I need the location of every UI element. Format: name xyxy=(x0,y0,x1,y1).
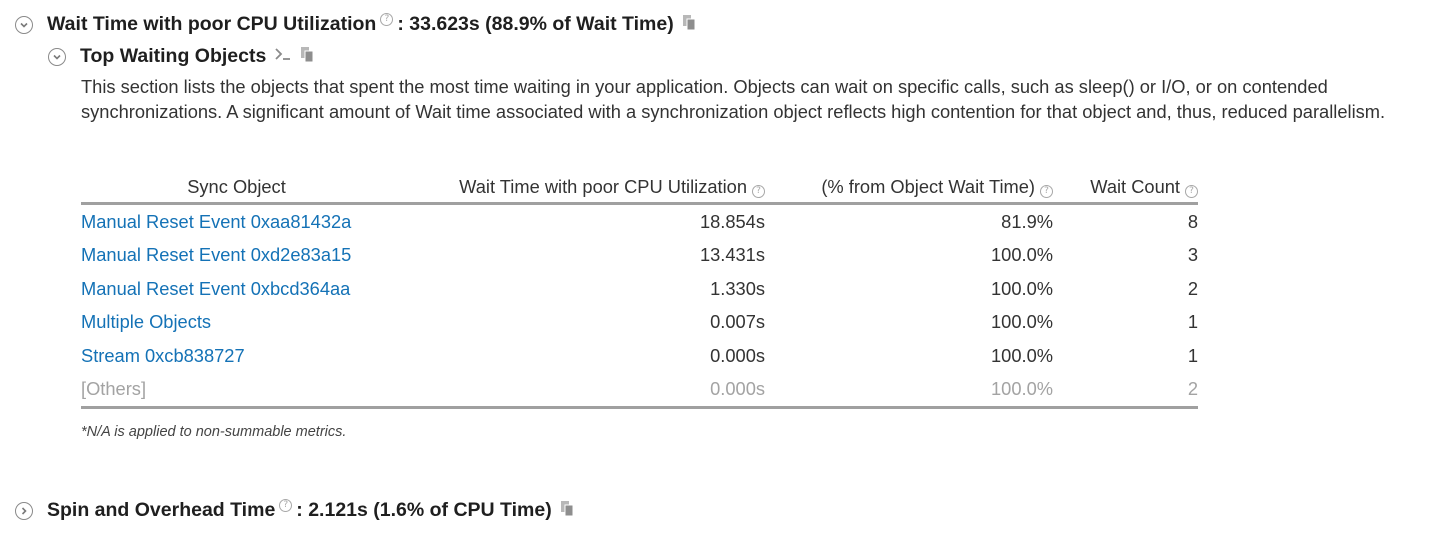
help-icon[interactable]: ? xyxy=(1185,185,1198,198)
column-header-wait-time[interactable]: Wait Time with poor CPU Utilization? xyxy=(392,172,765,205)
wait-time-cell: 0.000s xyxy=(392,372,765,409)
pct-cell: 100.0% xyxy=(990,311,1053,333)
table-row-others: [Others] 0.000s 100.0% 2 xyxy=(81,372,1198,409)
help-icon[interactable]: ? xyxy=(380,13,394,26)
sync-object-link[interactable]: Manual Reset Event 0xbcd364aa xyxy=(81,278,350,299)
pct-cell: 100.0% xyxy=(765,372,1053,409)
top-waiting-objects-header: Top Waiting Objects xyxy=(48,45,315,68)
table-row: Multiple Objects 0.007s 100.0% 1 xyxy=(81,306,1198,340)
count-cell: 1 xyxy=(1187,344,1198,366)
sync-object-link[interactable]: Stream 0xcb838727 xyxy=(81,345,245,366)
wait-time-cell: 13.431s xyxy=(699,244,765,266)
expand-toggle-icon[interactable] xyxy=(15,15,33,34)
sync-object-link[interactable]: Manual Reset Event 0xd2e83a15 xyxy=(81,244,351,265)
pct-cell: 100.0% xyxy=(990,277,1053,299)
count-cell: 8 xyxy=(1187,210,1198,232)
spin-overhead-title: Spin and Overhead Time xyxy=(47,499,276,521)
terminal-prompt-icon[interactable] xyxy=(274,46,292,67)
pct-cell: 81.9% xyxy=(1001,210,1053,232)
spin-overhead-value: : 2.121s (1.6% of CPU Time) xyxy=(296,499,552,521)
others-label: [Others] xyxy=(81,372,392,409)
help-icon[interactable]: ? xyxy=(1040,185,1053,198)
column-header-pct-object-wait[interactable]: (% from Object Wait Time)? xyxy=(765,172,1053,205)
collapse-toggle-icon[interactable] xyxy=(15,501,33,520)
pct-cell: 100.0% xyxy=(990,244,1053,266)
table-row: Manual Reset Event 0xd2e83a15 13.431s 10… xyxy=(81,239,1198,273)
count-cell: 1 xyxy=(1187,311,1198,333)
wait-time-cell: 1.330s xyxy=(710,277,765,299)
wait-time-section-header: Wait Time with poor CPU Utilization ? : … xyxy=(15,13,697,36)
wait-time-cell: 18.854s xyxy=(699,210,765,232)
copy-icon[interactable] xyxy=(560,500,575,522)
count-cell: 3 xyxy=(1187,244,1198,266)
top-waiting-objects-table: Sync Object Wait Time with poor CPU Util… xyxy=(81,172,1198,409)
count-cell: 2 xyxy=(1053,372,1198,409)
table-row: Manual Reset Event 0xbcd364aa 1.330s 100… xyxy=(81,272,1198,306)
table-row: Stream 0xcb838727 0.000s 100.0% 1 xyxy=(81,339,1198,373)
table-row: Manual Reset Event 0xaa81432a 18.854s 81… xyxy=(81,204,1198,239)
section-description: This section lists the objects that spen… xyxy=(81,76,1386,122)
count-cell: 2 xyxy=(1187,277,1198,299)
wait-time-cell: 0.000s xyxy=(710,344,765,366)
expand-toggle-icon[interactable] xyxy=(48,47,66,66)
copy-icon[interactable] xyxy=(682,14,697,36)
sync-object-link[interactable]: Manual Reset Event 0xaa81432a xyxy=(81,211,351,232)
top-waiting-objects-title: Top Waiting Objects xyxy=(80,45,267,67)
sync-object-link[interactable]: Multiple Objects xyxy=(81,311,211,332)
wait-time-value: : 33.623s (88.9% of Wait Time) xyxy=(397,13,674,35)
column-header-sync-object[interactable]: Sync Object xyxy=(81,172,392,205)
footnote: *N/A is applied to non-summable metrics. xyxy=(81,424,347,440)
copy-icon[interactable] xyxy=(300,46,315,68)
spin-overhead-section-header: Spin and Overhead Time ? : 2.121s (1.6% … xyxy=(15,499,575,522)
wait-time-cell: 0.007s xyxy=(710,311,765,333)
wait-time-title: Wait Time with poor CPU Utilization xyxy=(47,13,377,35)
column-header-wait-count[interactable]: Wait Count? xyxy=(1053,172,1198,205)
table-header-row: Sync Object Wait Time with poor CPU Util… xyxy=(81,172,1198,205)
help-icon[interactable]: ? xyxy=(279,499,293,512)
pct-cell: 100.0% xyxy=(990,344,1053,366)
help-icon[interactable]: ? xyxy=(752,185,765,198)
